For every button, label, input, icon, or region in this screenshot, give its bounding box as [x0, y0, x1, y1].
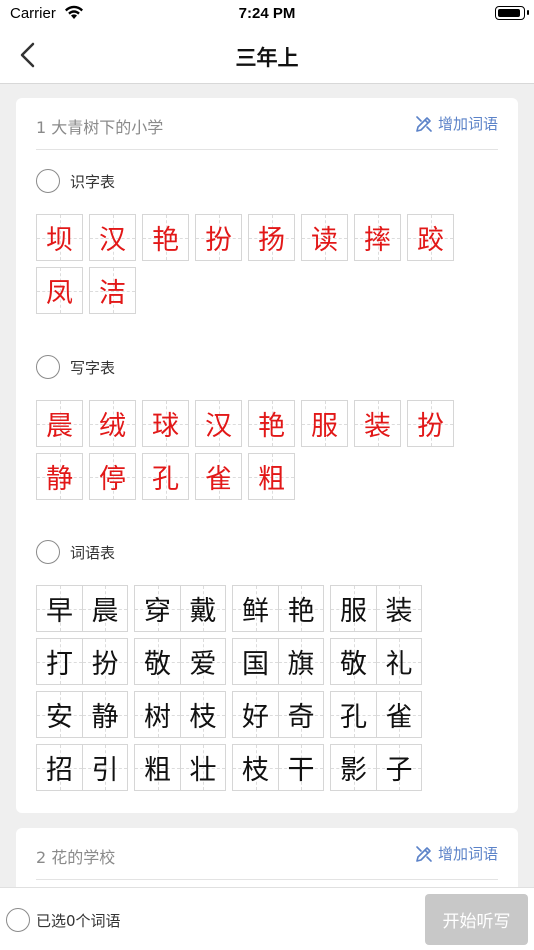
page-title: 三年上: [235, 46, 299, 70]
lesson-title: 1 大青树下的小学: [36, 118, 164, 137]
word-box: 影子: [330, 744, 422, 791]
char-cell: 晨: [36, 400, 83, 447]
add-words-button[interactable]: 增加词语: [414, 843, 498, 864]
char-cell: 洁: [89, 267, 136, 314]
word-box: 粗壮: [134, 744, 226, 791]
char-cell: 艳: [248, 400, 295, 447]
word-box: 安静: [36, 691, 128, 738]
word-grid-ciyu: 早晨 穿戴 鲜艳 服装 打扮 敬爱 国旗 敬礼 安静 树枝 好奇 孔雀 招引 粗…: [36, 585, 506, 797]
word-box: 孔雀: [330, 691, 422, 738]
edit-pencil-icon: [416, 845, 432, 862]
section-xiezi[interactable]: 写字表: [36, 355, 115, 379]
char-cell: 摔: [354, 214, 401, 261]
radio-button[interactable]: [36, 540, 60, 564]
edit-pencil-icon: [416, 115, 432, 132]
char-cell: 跤: [407, 214, 454, 261]
start-dictation-button[interactable]: 开始听写: [425, 894, 528, 945]
word-box: 招引: [36, 744, 128, 791]
char-cell: 凤: [36, 267, 83, 314]
divider: [36, 879, 498, 880]
section-label: 写字表: [70, 358, 116, 377]
char-cell: 汉: [195, 400, 242, 447]
status-bar: Carrier 7:24 PM: [0, 0, 534, 28]
char-cell: 扬: [248, 214, 295, 261]
char-cell: 静: [36, 453, 83, 500]
add-words-label: 增加词语: [437, 115, 498, 133]
char-cell: 艳: [142, 214, 189, 261]
word-box: 穿戴: [134, 585, 226, 632]
section-label: 词语表: [70, 543, 116, 562]
char-cell: 扮: [407, 400, 454, 447]
word-box: 枝干: [232, 744, 324, 791]
word-box: 打扮: [36, 638, 128, 685]
lesson-title: 2 花的学校: [36, 848, 116, 867]
word-box: 服装: [330, 585, 422, 632]
char-cell: 装: [354, 400, 401, 447]
section-shizi[interactable]: 识字表: [36, 169, 115, 193]
char-cell: 汉: [89, 214, 136, 261]
word-box: 敬爱: [134, 638, 226, 685]
section-ciyu[interactable]: 词语表: [36, 540, 115, 564]
char-cell: 服: [301, 400, 348, 447]
word-box: 树枝: [134, 691, 226, 738]
bottom-bar: 已选0个词语 开始听写: [0, 887, 534, 950]
word-box: 早晨: [36, 585, 128, 632]
word-box: 好奇: [232, 691, 324, 738]
char-cell: 粗: [248, 453, 295, 500]
nav-bar: 三年上: [0, 28, 534, 84]
char-cell: 停: [89, 453, 136, 500]
word-box: 国旗: [232, 638, 324, 685]
char-cell: 球: [142, 400, 189, 447]
char-cell: 孔: [142, 453, 189, 500]
section-label: 识字表: [70, 172, 116, 191]
char-cell: 坝: [36, 214, 83, 261]
word-box: 敬礼: [330, 638, 422, 685]
char-grid-shizi: 坝 汉 艳 扮 扬 读 摔 跤 凤 洁: [36, 214, 506, 320]
char-cell: 绒: [89, 400, 136, 447]
status-time: 7:24 PM: [238, 5, 296, 22]
radio-button[interactable]: [36, 169, 60, 193]
char-cell: 雀: [195, 453, 242, 500]
lesson-card: 1 大青树下的小学 增加词语 识字表 坝 汉 艳 扮 扬 读 摔 跤 凤 洁 写…: [16, 98, 518, 813]
word-box: 鲜艳: [232, 585, 324, 632]
radio-button[interactable]: [36, 355, 60, 379]
char-cell: 读: [301, 214, 348, 261]
battery-icon: [495, 6, 529, 20]
add-words-label: 增加词语: [437, 845, 498, 863]
select-all-radio[interactable]: [6, 908, 30, 932]
add-words-button[interactable]: 增加词语: [414, 113, 498, 134]
char-cell: 扮: [195, 214, 242, 261]
selected-count-label: 已选0个词语: [36, 912, 121, 930]
char-grid-xiezi: 晨 绒 球 汉 艳 服 装 扮 静 停 孔 雀 粗: [36, 400, 506, 506]
divider: [36, 149, 498, 150]
